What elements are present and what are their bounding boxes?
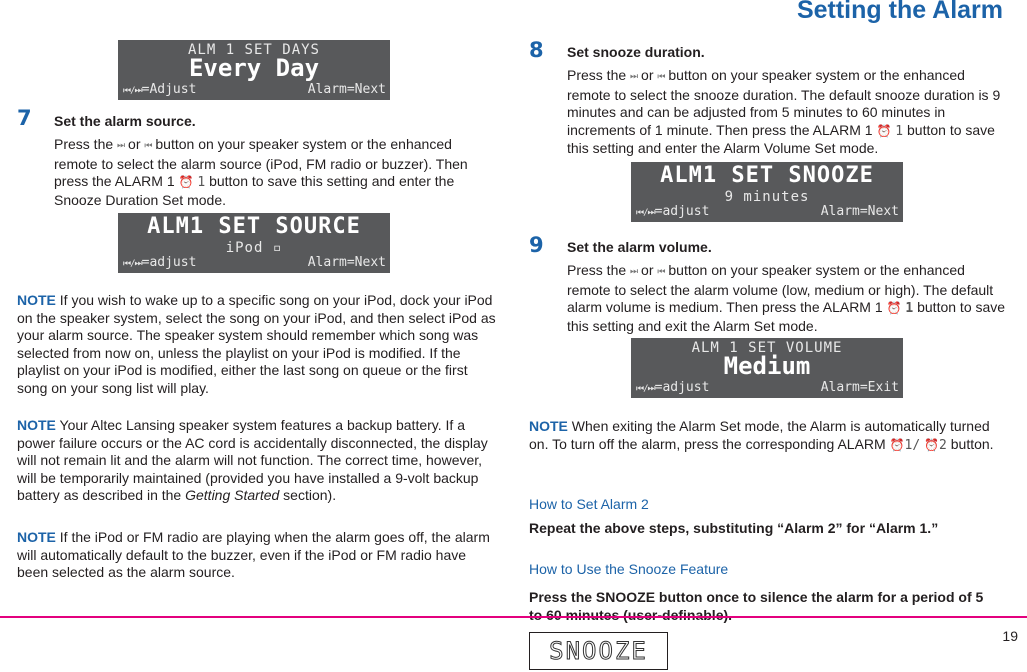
- lcd-action-hint: Alarm=Next: [820, 204, 899, 219]
- lcd-display-set-snooze: ALM1 SET SNOOZE 9 minutes ⏮/⏭=adjust Ala…: [631, 162, 903, 222]
- lcd-display-set-source: ALM1 SET SOURCE iPod ▫ ⏮/⏭=adjust Alarm=…: [118, 213, 390, 273]
- lcd-line2: Every Day: [188, 54, 320, 82]
- page-number: 19: [1002, 628, 1018, 644]
- skip-icon: ⏮/⏭: [636, 384, 656, 394]
- step-8-title: Set snooze duration.: [567, 44, 705, 60]
- footer-rule: [0, 616, 1027, 618]
- step-number-8: 8: [529, 38, 544, 62]
- snooze-instructions: Press the SNOOZE button once to silence …: [529, 589, 984, 623]
- heading-set-alarm-2: How to Set Alarm 2: [529, 496, 649, 512]
- lcd-line2: 9 minutes: [724, 189, 810, 205]
- skip-icon: ⏮/⏭: [123, 259, 143, 269]
- skip-back-icon: ⏮: [657, 72, 665, 82]
- alarm-clock-icon: ⏰: [178, 175, 194, 190]
- skip-forward-icon: ⏭: [630, 72, 638, 82]
- lcd-line1: ALM1 SET SNOOZE: [660, 163, 874, 188]
- page-title: Setting the Alarm: [796, 0, 1003, 24]
- lcd-adjust-hint: ⏮/⏭=adjust: [636, 380, 710, 395]
- step-number-7: 7: [17, 106, 32, 130]
- lcd-adjust-hint: ⏮/⏭=adjust: [123, 255, 197, 270]
- alarm-clock-icon: ⏰: [889, 437, 905, 452]
- alarm-clock-icon: ⏰: [924, 437, 940, 452]
- lcd-action-hint: Alarm=Exit: [820, 380, 899, 395]
- lcd-adjust-hint: ⏮/⏭=Adjust: [123, 82, 197, 97]
- note-alarm-auto-on: NOTE When exiting the Alarm Set mode, th…: [529, 418, 994, 453]
- step-9-title: Set the alarm volume.: [567, 239, 712, 255]
- lcd-line2: Medium: [723, 352, 811, 380]
- note-label: NOTE: [17, 417, 56, 433]
- lcd-line1: ALM1 SET SOURCE: [147, 214, 361, 239]
- lcd-action-hint: Alarm=Next: [307, 82, 386, 97]
- note-label: NOTE: [17, 292, 56, 308]
- step-9-text: Press the ⏭ or ⏮ button on your speaker …: [567, 262, 1006, 334]
- alarm-clock-icon: ⏰: [886, 301, 902, 316]
- alarm-2-instructions: Repeat the above steps, substituting “Al…: [529, 520, 939, 536]
- note-buzzer-default: NOTE If the iPod or FM radio are playing…: [17, 529, 490, 581]
- step-number-9: 9: [529, 233, 544, 257]
- lcd-line2: iPod ▫: [225, 240, 283, 256]
- skip-forward-icon: ⏭: [630, 267, 638, 277]
- note-specific-song: NOTE If you wish to wake up to a specifi…: [17, 292, 496, 396]
- skip-back-icon: ⏮: [144, 141, 152, 151]
- skip-forward-icon: ⏭: [117, 141, 125, 151]
- step-7-text: Press the ⏭ or ⏮ button on your speaker …: [54, 136, 468, 208]
- note-label: NOTE: [529, 418, 568, 434]
- lcd-display-set-volume: ALM 1 SET VOLUME Medium ⏮/⏭=adjust Alarm…: [631, 338, 903, 398]
- skip-back-icon: ⏮: [657, 267, 665, 277]
- step-8-text: Press the ⏭ or ⏮ button on your speaker …: [567, 67, 1001, 157]
- lcd-adjust-hint: ⏮/⏭=adjust: [636, 204, 710, 219]
- alarm-clock-icon: ⏰: [876, 123, 892, 138]
- note-label: NOTE: [17, 529, 56, 545]
- step-7-title: Set the alarm source.: [54, 113, 196, 129]
- snooze-display: SNOOZE: [529, 632, 668, 670]
- note-backup-battery: NOTE Your Altec Lansing speaker system f…: [17, 417, 488, 504]
- lcd-action-hint: Alarm=Next: [307, 255, 386, 270]
- skip-icon: ⏮/⏭: [123, 86, 143, 96]
- lcd-display-set-days: ALM 1 SET DAYS Every Day ⏮/⏭=Adjust Alar…: [118, 40, 390, 100]
- heading-snooze-feature: How to Use the Snooze Feature: [529, 561, 729, 577]
- skip-icon: ⏮/⏭: [636, 208, 656, 218]
